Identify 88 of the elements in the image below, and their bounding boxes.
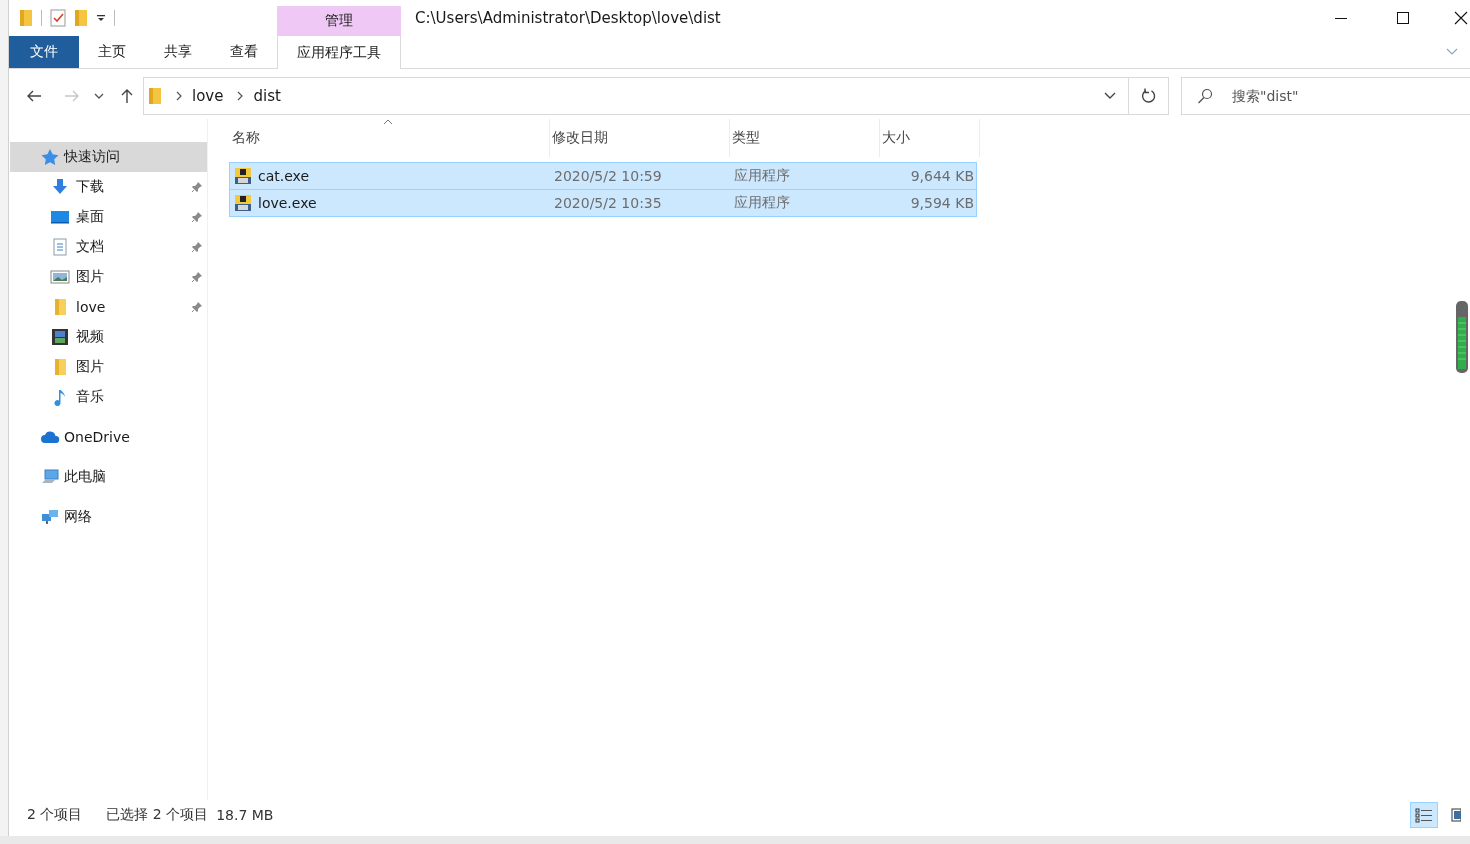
selection-size: 18.7 MB <box>216 807 274 823</box>
column-header[interactable]: 类型 <box>730 119 880 157</box>
sidebar-item[interactable]: 音乐 <box>10 382 207 412</box>
column-header[interactable]: 修改日期 <box>550 119 730 157</box>
star-icon <box>40 148 60 166</box>
breadcrumb-item[interactable]: dist <box>253 87 281 105</box>
details-view-icon <box>1415 807 1433 823</box>
pin-icon[interactable] <box>191 301 203 313</box>
sidebar-label: love <box>76 299 106 315</box>
video-icon <box>50 328 70 346</box>
file-size: 9,644 KB <box>910 168 974 184</box>
close-icon <box>1454 11 1468 25</box>
sidebar-label: 图片 <box>76 358 104 376</box>
pin-icon[interactable] <box>191 211 203 223</box>
file-type: 应用程序 <box>734 194 790 212</box>
pictures-icon <box>50 268 70 286</box>
column-header[interactable]: 大小 <box>880 119 980 157</box>
sidebar-label: 音乐 <box>76 388 104 406</box>
sidebar-label: 此电脑 <box>64 468 106 486</box>
properties-icon[interactable] <box>50 9 66 27</box>
back-icon[interactable] <box>26 90 42 102</box>
sidebar-item[interactable]: 网络 <box>10 502 207 532</box>
ribbon-tab[interactable]: 应用程序工具 <box>277 36 401 69</box>
computer-icon <box>40 468 60 486</box>
sidebar-item[interactable]: 桌面 <box>10 202 207 232</box>
document-icon <box>50 238 70 256</box>
breadcrumb-item[interactable]: love <box>192 87 224 105</box>
meter-drawing <box>1456 301 1468 373</box>
network-icon <box>40 508 60 526</box>
ribbon-tab[interactable]: 共享 <box>145 36 211 68</box>
sidebar-label: OneDrive <box>64 429 130 445</box>
maximize-icon <box>1397 12 1409 24</box>
application-icon <box>234 194 252 212</box>
context-tab-label: 管理 <box>277 6 401 36</box>
refresh-icon <box>1140 88 1157 104</box>
modified-date: 2020/5/2 10:59 <box>554 168 662 184</box>
address-bar[interactable]: love dist <box>143 77 1129 115</box>
sidebar-item[interactable]: OneDrive <box>10 422 207 452</box>
file-row[interactable]: cat.exe 2020/5/2 10:59 应用程序 9,644 KB <box>230 163 976 189</box>
expand-ribbon-icon[interactable] <box>1446 48 1458 56</box>
sidebar-item[interactable]: love <box>10 292 207 322</box>
recent-caret-icon[interactable] <box>94 93 104 99</box>
window-title: C:\Users\Administrator\Desktop\love\dist <box>414 8 721 29</box>
sidebar-label: 视频 <box>76 328 104 346</box>
sidebar-item[interactable]: 视频 <box>10 322 207 352</box>
folder-icon[interactable] <box>74 9 88 27</box>
pin-icon[interactable] <box>191 241 203 253</box>
sidebar-label: 桌面 <box>76 208 104 226</box>
file-name: love.exe <box>258 195 317 211</box>
sidebar-label: 文档 <box>76 238 104 256</box>
chevron-icon[interactable] <box>237 91 244 101</box>
dropdown-icon[interactable] <box>96 13 106 23</box>
folder-icon <box>148 87 162 105</box>
file-size: 9,594 KB <box>910 195 974 211</box>
sidebar-label: 图片 <box>76 268 104 286</box>
refresh-button[interactable] <box>1129 77 1169 115</box>
download-icon <box>50 178 70 196</box>
application-icon <box>234 167 252 185</box>
file-type: 应用程序 <box>734 167 790 185</box>
sidebar-item[interactable]: 图片 <box>10 262 207 292</box>
column-header[interactable]: 名称 <box>230 119 550 157</box>
file-name: cat.exe <box>258 168 310 184</box>
sidebar-label: 快速访问 <box>64 148 120 166</box>
sidebar-item[interactable]: 下载 <box>10 172 207 202</box>
search-icon <box>1197 88 1213 104</box>
dropdown-icon[interactable] <box>1104 92 1116 100</box>
ribbon-tab[interactable]: 文件 <box>9 36 79 68</box>
sidebar-item[interactable]: 文档 <box>10 232 207 262</box>
sidebar-item[interactable]: 此电脑 <box>10 462 207 492</box>
large-icons-view-icon <box>1451 808 1461 822</box>
ribbon-tab[interactable]: 查看 <box>211 36 277 68</box>
search-field[interactable]: 搜索"dist" <box>1181 77 1470 115</box>
sidebar-item[interactable]: 快速访问 <box>10 142 207 172</box>
ribbon-tab[interactable]: 主页 <box>79 36 145 68</box>
up-icon[interactable] <box>121 88 133 104</box>
details-view-button[interactable] <box>1410 802 1438 828</box>
sidebar-item[interactable]: 图片 <box>10 352 207 382</box>
pin-icon[interactable] <box>191 181 203 193</box>
pin-icon[interactable] <box>191 271 203 283</box>
chevron-icon[interactable] <box>176 91 182 101</box>
modified-date: 2020/5/2 10:35 <box>554 195 662 211</box>
item-count: 2 个项目 <box>27 806 83 824</box>
desktop-icon <box>50 208 70 226</box>
folder-icon[interactable] <box>19 9 33 27</box>
sidebar-label: 网络 <box>64 508 92 526</box>
selection-count: 已选择 2 个项目 <box>106 806 209 824</box>
file-row[interactable]: love.exe 2020/5/2 10:35 应用程序 9,594 KB <box>230 190 976 216</box>
sidebar-label: 下载 <box>76 178 104 196</box>
